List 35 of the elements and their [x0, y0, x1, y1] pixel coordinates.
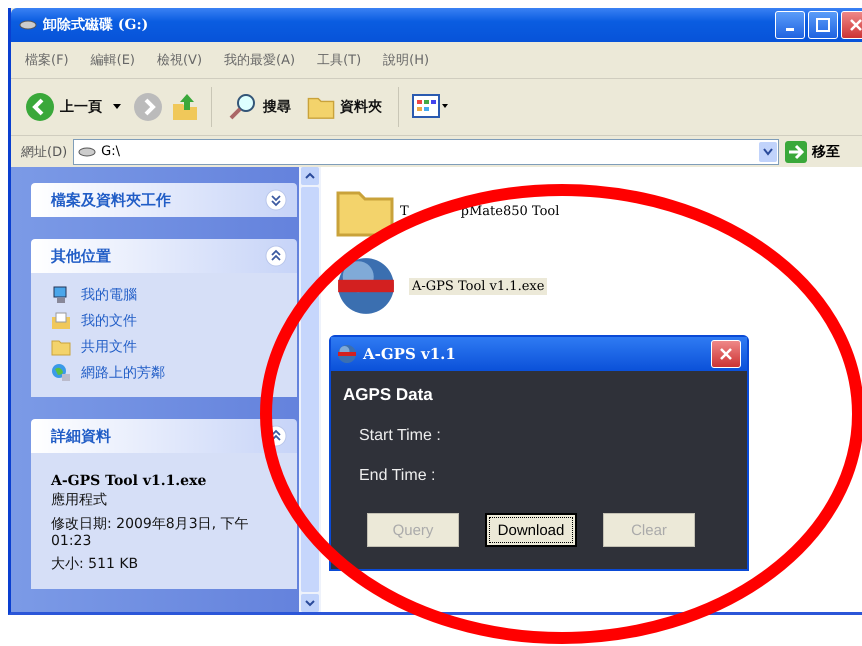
file-type: 應用程式: [51, 491, 108, 509]
file-label: T: [399, 202, 410, 220]
modified-date: 修改日期: 2009年8月3日, 下午 01:23: [51, 515, 250, 549]
dialog-heading: AGPS Data: [343, 385, 434, 405]
file-item[interactable]: A-GPS Tool v1.1.exe: [329, 255, 862, 317]
dialog-button[interactable]: Download: [485, 513, 577, 547]
group-header[interactable]: 詳細資料: [31, 419, 297, 453]
folders-button[interactable]: 資料夾: [303, 91, 386, 123]
menu-item[interactable]: 我的最愛(A): [224, 51, 296, 69]
search-button[interactable]: 搜尋: [224, 90, 295, 124]
place-link[interactable]: 共用文件: [51, 337, 277, 357]
group-header[interactable]: 其他位置: [31, 239, 297, 273]
window-title: 卸除式磁碟 (G:): [43, 16, 148, 34]
address-label: 網址(D): [21, 144, 68, 160]
field-label: End Time :: [359, 467, 436, 485]
menu-item[interactable]: 檔案(F): [25, 51, 69, 69]
menu-item[interactable]: 編輯(E): [90, 51, 135, 69]
place-link[interactable]: 我的文件: [51, 311, 277, 331]
menu-item[interactable]: 工具(T): [317, 51, 362, 69]
file-size: 大小: 511 KB: [51, 555, 140, 573]
dialog-title: A-GPS v1.1: [363, 345, 456, 363]
menu-item[interactable]: 說明(H): [383, 51, 430, 69]
file-item[interactable]: T pMate850 Tool: [329, 181, 862, 241]
file-name: A-GPS Tool v1.1.exe: [51, 473, 208, 489]
file-label: A-GPS Tool v1.1.exe: [409, 278, 548, 294]
group-header[interactable]: 檔案及資料夾工作: [31, 183, 297, 217]
back-button[interactable]: 上一頁: [21, 90, 125, 124]
place-link[interactable]: 網路上的芳鄰: [51, 363, 277, 383]
file-label: pMate850 Tool: [460, 202, 560, 220]
place-link[interactable]: 我的電腦: [51, 285, 277, 305]
go-button[interactable]: 移至: [785, 140, 840, 162]
address-field[interactable]: G:\: [73, 138, 780, 164]
menu-item[interactable]: 檢視(V): [156, 51, 202, 69]
address-value: G:\: [101, 144, 120, 159]
field-label: Start Time :: [359, 427, 442, 445]
